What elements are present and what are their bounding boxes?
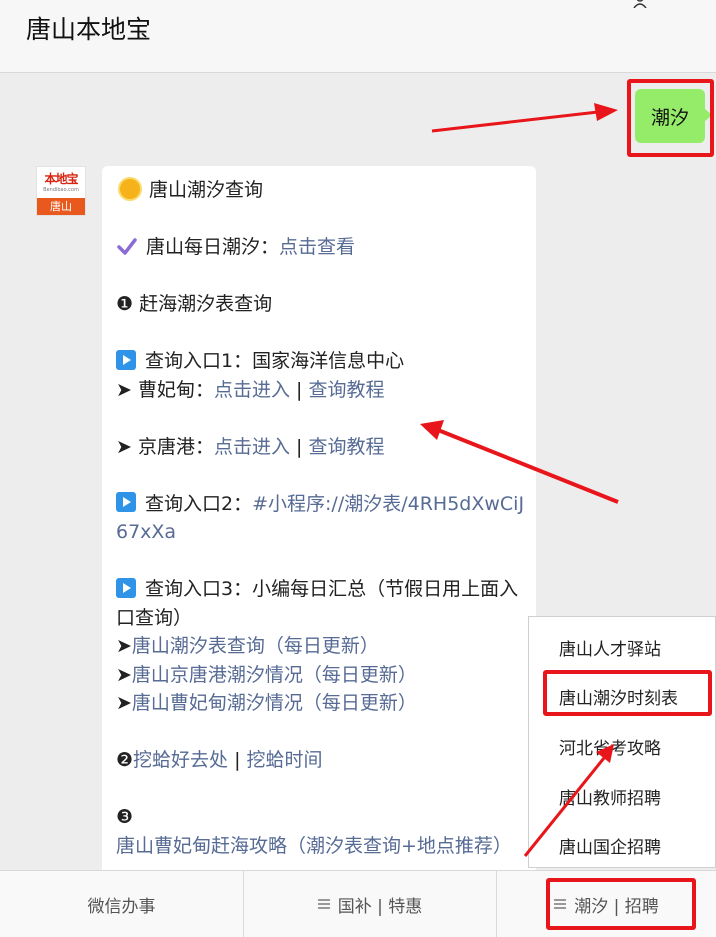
person-icon[interactable] [633,0,647,8]
clam-spot-link[interactable]: 挖蛤好去处 [133,749,228,771]
submenu-popup: 唐山人才驿站 唐山潮汐时刻表 河北省考攻略 唐山教师招聘 唐山国企招聘 [528,616,716,868]
arrow-icon: ➤ [116,663,132,686]
menu-item-talent-station[interactable]: 唐山人才驿站 [559,635,661,660]
daily-update-line-1: ➤唐山潮汐表查询（每日更新） [116,632,528,661]
tide-table-link[interactable]: 唐山潮汐表查询（每日更新） [132,635,379,657]
entry1-line: 查询入口1：国家海洋信息中心 [116,347,528,376]
entry2-line: 查询入口2：#小程序://潮汐表/4RH5dXwCiJ67xXa [116,490,528,547]
section3-line: ❸ 唐山曹妃甸赶海攻略（潮汐表查询+地点推荐） [116,803,528,860]
daily-tide-link[interactable]: 点击查看 [279,236,355,258]
caofeidian-guide-link[interactable]: 唐山曹妃甸赶海攻略（潮汐表查询+地点推荐） [116,835,512,857]
play-icon [116,349,136,370]
tab-subsidy-deals[interactable]: 国补 | 特惠 [244,871,496,937]
menu-item-provincial-exam[interactable]: 河北省考攻略 [559,734,661,759]
message-title: 唐山潮汐查询 [149,179,264,201]
play-icon [116,577,136,598]
jingtang-line: ➤ 京唐港：点击进入 | 查询教程 [116,433,528,462]
jingtang-tide-link[interactable]: 唐山京唐港潮汐情况（每日更新） [132,664,417,686]
separator: | [289,435,309,458]
entry3-label: 查询入口3：小编每日汇总（节假日用上面入口查询） [116,578,519,629]
caofeidian-label: 曹妃甸： [131,378,214,401]
highlight-box-menu-item [543,670,712,716]
menu-item-soe-recruit[interactable]: 唐山国企招聘 [559,833,661,858]
jingtang-label: 京唐港： [131,435,214,458]
caofeidian-tutorial-link[interactable]: 查询教程 [308,379,384,401]
menu-item-teacher-recruit[interactable]: 唐山教师招聘 [559,784,661,809]
section1-title: 赶海潮汐表查询 [139,293,273,315]
caofeidian-enter-link[interactable]: 点击进入 [214,379,290,401]
daily-tide-line: 唐山每日潮汐：点击查看 [116,233,528,262]
caofeidian-tide-link[interactable]: 唐山曹妃甸潮汐情况（每日更新） [132,692,417,714]
section1-heading: ❶ 赶海潮汐表查询 [116,290,528,319]
arrow-icon: ➤ [116,378,132,401]
separator: | [289,378,309,401]
tab-wechat-services[interactable]: 微信办事 [0,871,243,937]
message-title-line: 唐山潮汐查询 [116,176,528,205]
daily-tide-label: 唐山每日潮汐： [146,236,280,258]
jingtang-tutorial-link[interactable]: 查询教程 [308,436,384,458]
jingtang-enter-link[interactable]: 点击进入 [214,436,290,458]
entry2-label: 查询入口2： [145,492,253,515]
section2-line: ❷挖蛤好去处 | 挖蛤时间 [116,746,528,775]
sun-icon [120,178,140,199]
clam-time-link[interactable]: 挖蛤时间 [247,749,323,771]
avatar-city: 唐山 [37,198,85,215]
arrow-icon: ➤ [116,435,132,458]
entry1-label: 查询入口1：国家海洋信息中心 [145,350,405,372]
avatar-brand-url: Bendibao.com [43,187,79,193]
arrow-icon: ➤ [116,692,132,714]
section1-number: ❶ [116,293,134,315]
bot-avatar[interactable]: 本地宝 Bendibao.com 唐山 [36,166,86,216]
menu-lines-icon [317,899,330,909]
daily-update-line-2: ➤唐山京唐港潮汐情况（每日更新） [116,661,528,690]
caofeidian-line: ➤ 曹妃甸：点击进入 | 查询教程 [116,376,528,405]
play-icon [116,492,136,512]
daily-update-line-3: ➤唐山曹妃甸潮汐情况（每日更新） [116,689,528,718]
tab-label: 国补 | 特惠 [337,896,423,917]
highlight-box-user-message [627,79,714,157]
separator: | [228,749,247,771]
entry3-line: 查询入口3：小编每日汇总（节假日用上面入口查询） [116,575,528,632]
chat-header: 唐山本地宝 [0,0,716,73]
highlight-box-tab [546,878,696,930]
chat-title: 唐山本地宝 [26,15,152,44]
checkmark-icon [117,237,137,255]
avatar-brand-text: 本地宝 [44,172,78,186]
section2-number: ❷ [116,749,134,771]
section3-number: ❸ [116,806,134,828]
bot-message-content: 唐山潮汐查询 唐山每日潮汐：点击查看 ❶ 赶海潮汐表查询 查询入口1：国家海洋信… [116,176,528,860]
tab-label: 微信办事 [87,896,156,917]
arrow-icon: ➤ [116,635,132,657]
